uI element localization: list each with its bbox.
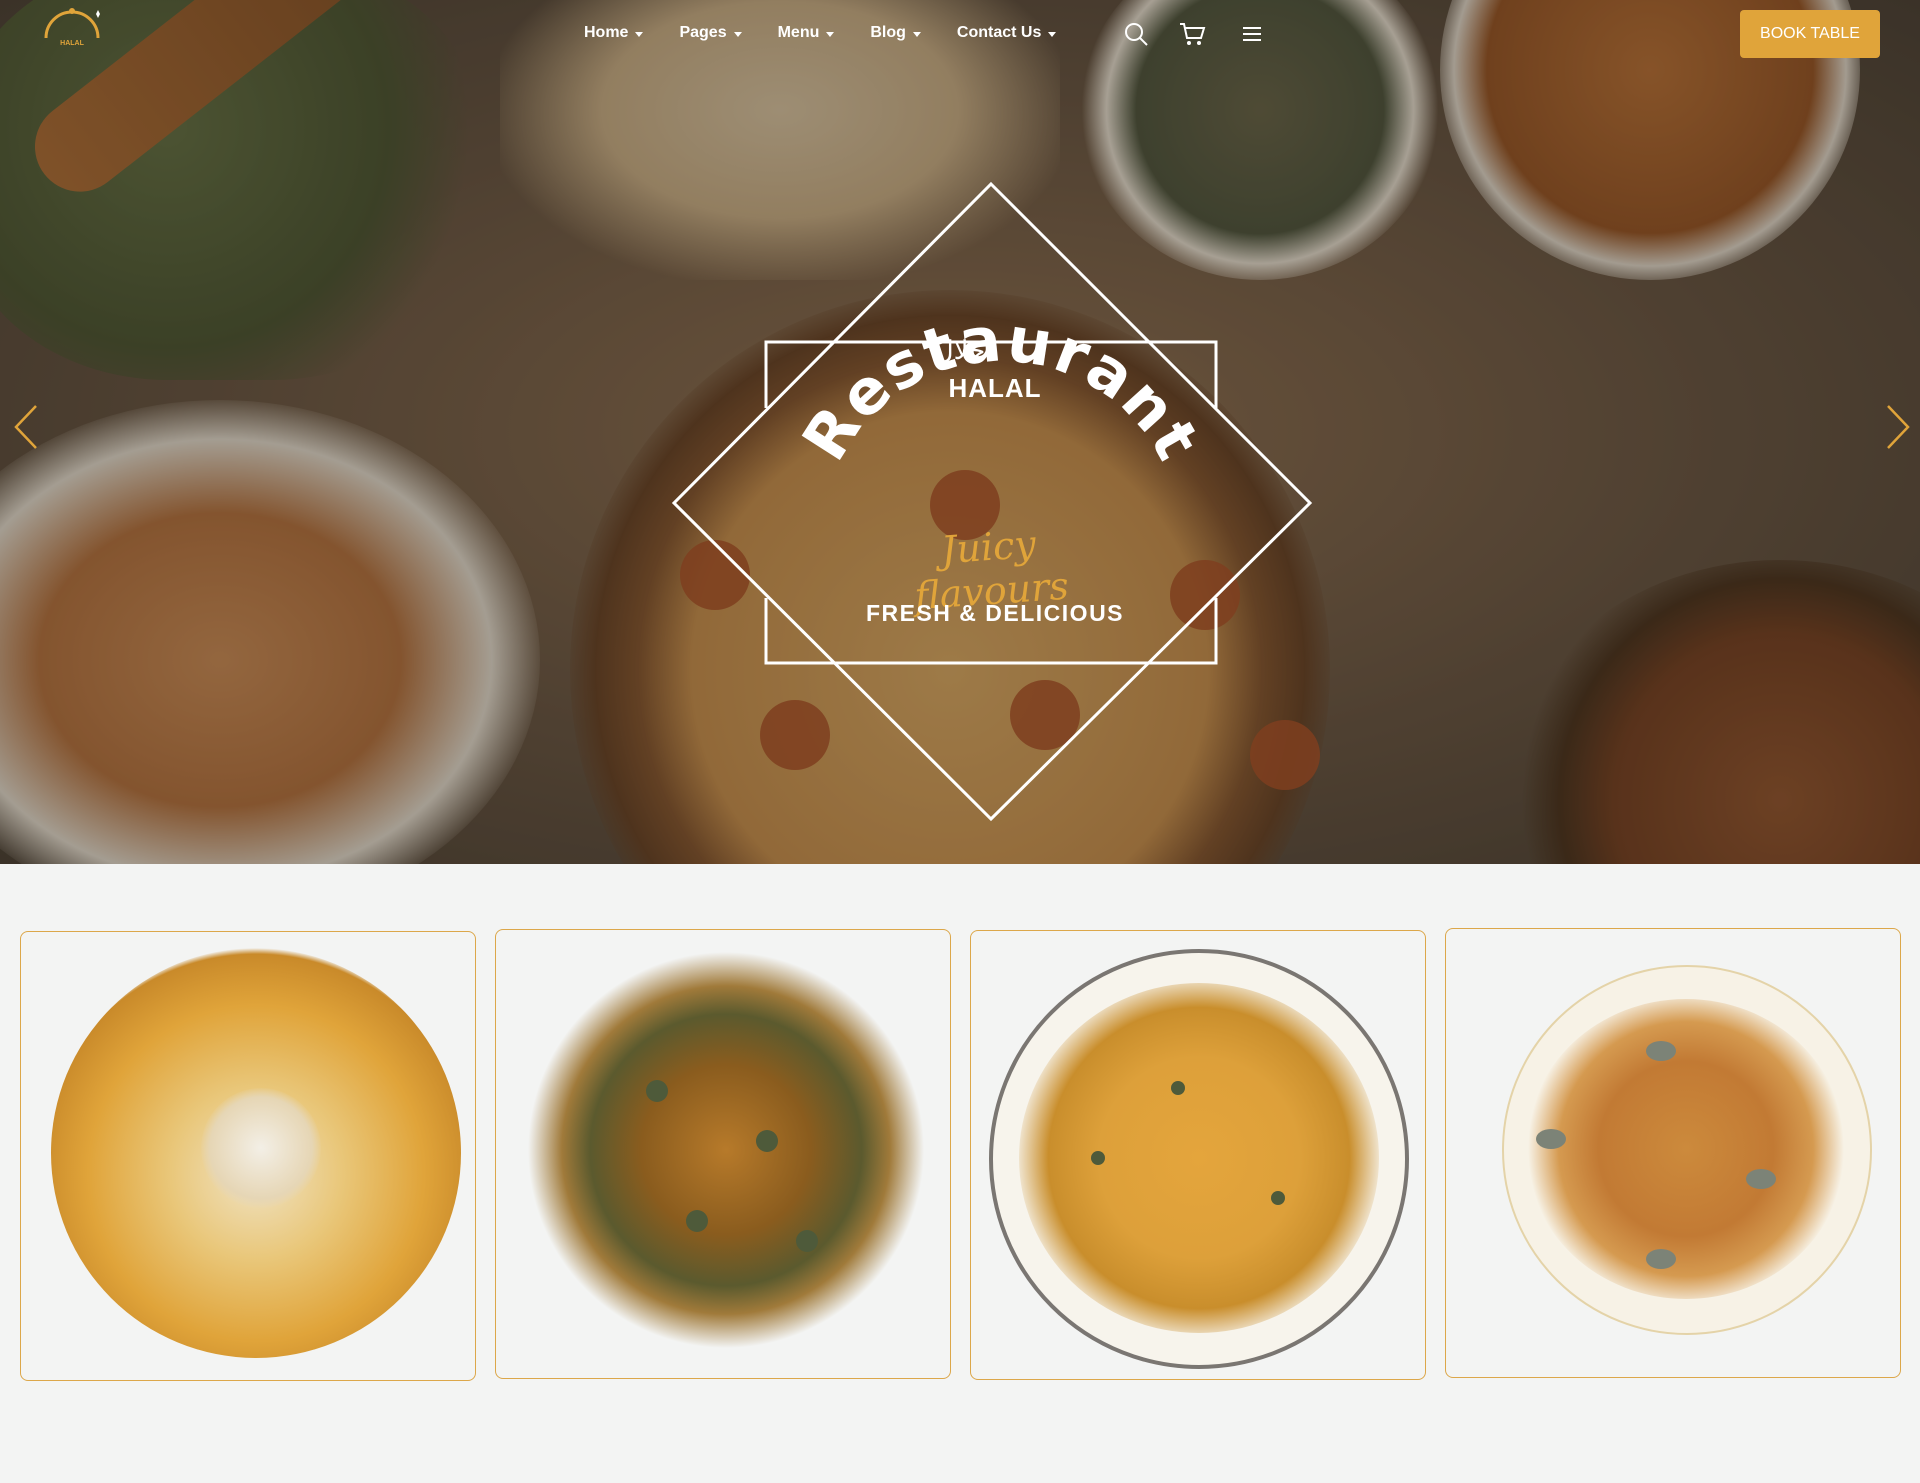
logo-text: HALAL [60, 40, 84, 47]
search-button[interactable] [1122, 20, 1150, 48]
chevron-right-icon [1887, 405, 1910, 449]
nav-menu[interactable]: Menu [778, 22, 835, 44]
restaurant-emblem: Restaurant حلال HALAL Juicy flavours FRE… [0, 0, 1920, 864]
menu-toggle-button[interactable] [1238, 20, 1266, 48]
site-logo[interactable]: HALAL [40, 6, 104, 56]
caret-down-icon [635, 31, 644, 37]
basil-leaf [1536, 1129, 1566, 1149]
fusilli-pasta-image [1019, 983, 1379, 1333]
herb-leaf [686, 1210, 708, 1232]
menu-card-2[interactable] [495, 929, 951, 1379]
hero-tagline: FRESH & DELICIOUS [865, 600, 1125, 626]
caret-down-icon [912, 31, 921, 37]
hero-arabic: حلال [934, 336, 986, 366]
slider-prev-button[interactable] [8, 400, 48, 454]
herb-leaf [646, 1080, 668, 1102]
menu-card-1[interactable] [20, 931, 476, 1381]
menu-card-3[interactable] [970, 930, 1426, 1380]
hero-slider: Restaurant حلال HALAL Juicy flavours FRE… [0, 0, 1920, 864]
basil-leaf [1746, 1169, 1776, 1189]
nav-blog-label: Blog [870, 24, 906, 41]
main-nav: Home Pages Menu Blog Contact Us [584, 22, 1092, 44]
spaghetti-image [1526, 999, 1846, 1299]
chevron-left-icon [14, 405, 37, 449]
nav-blog[interactable]: Blog [870, 22, 921, 44]
nav-home[interactable]: Home [584, 22, 644, 44]
basil-leaf [1646, 1249, 1676, 1269]
caret-down-icon [826, 31, 835, 37]
search-icon [1125, 23, 1148, 46]
cart-icon [1180, 23, 1206, 45]
cart-button[interactable] [1178, 20, 1206, 48]
hero-brand: HALAL [948, 373, 1042, 403]
shrimp-platter-image [51, 948, 461, 1358]
stir-fry-image [526, 950, 926, 1350]
shrimp-detail [201, 1088, 321, 1208]
nav-contact-label: Contact Us [956, 24, 1042, 41]
emblem-frame-icon: Restaurant [671, 181, 1313, 822]
herb-leaf [1271, 1191, 1285, 1205]
nav-home-label: Home [584, 24, 629, 41]
herb-leaf [796, 1230, 818, 1252]
nav-pages[interactable]: Pages [679, 22, 742, 44]
nav-pages-label: Pages [679, 24, 727, 41]
hamburger-menu-icon [1243, 27, 1261, 41]
herb-leaf [756, 1130, 778, 1152]
herb-leaf [1091, 1151, 1105, 1165]
slider-next-button[interactable] [1876, 400, 1916, 454]
nav-contact[interactable]: Contact Us [956, 22, 1057, 44]
nav-menu-label: Menu [777, 24, 820, 41]
basil-leaf [1646, 1041, 1676, 1061]
herb-leaf [1171, 1081, 1185, 1095]
menu-card-4[interactable] [1445, 928, 1901, 1378]
caret-down-icon [1048, 31, 1057, 37]
caret-down-icon [733, 31, 742, 37]
book-table-button[interactable]: BOOK TABLE [1740, 10, 1880, 58]
